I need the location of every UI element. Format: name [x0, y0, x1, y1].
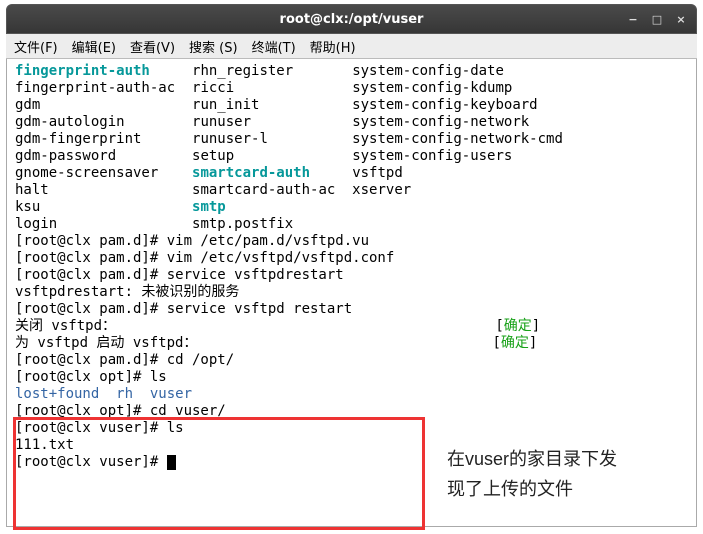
- text-symlink: fingerprint-auth: [15, 63, 150, 79]
- text: ksu: [15, 199, 40, 215]
- prompt: [root@clx vuser]#: [15, 454, 167, 470]
- cmd-line: [root@clx pam.d]# vim /etc/vsftpd/vsftpd…: [15, 250, 394, 266]
- annotation-line1: 在vuser的家目录下发: [447, 444, 677, 474]
- cmd-line: [root@clx pam.d]# cd /opt/: [15, 352, 234, 368]
- cmd-line: vsftpdrestart: 未被识别的服务: [15, 284, 239, 300]
- window-title: root@clx:/opt/vuser: [280, 12, 424, 27]
- bracket: [: [495, 318, 503, 334]
- status-ok: 确定: [504, 318, 532, 334]
- cmd-line: [root@clx pam.d]# vim /etc/pam.d/vsftpd.…: [15, 233, 369, 249]
- text: vsftpd: [352, 165, 403, 181]
- bracket: ]: [529, 335, 537, 351]
- cmd-line: [root@clx vuser]# ls: [15, 420, 184, 436]
- status-line: 关闭 vsftpd：: [15, 318, 116, 334]
- file-name: 111.txt: [15, 437, 74, 453]
- text: system-config-network-cmd: [352, 131, 563, 147]
- text: system-config-kdump: [352, 80, 512, 96]
- annotation-line2: 现了上传的文件: [447, 474, 677, 504]
- status-line: 为 vsftpd 启动 vsftpd：: [15, 335, 197, 351]
- text: halt: [15, 182, 49, 198]
- menu-file[interactable]: 文件(F): [14, 37, 58, 56]
- minimize-button[interactable]: −: [624, 11, 642, 27]
- text: smartcard-auth-ac: [192, 182, 335, 198]
- cmd-line: [root@clx pam.d]# service vsftpd restart: [15, 301, 352, 317]
- dir-name: rh: [116, 386, 133, 402]
- text: gdm-fingerprint: [15, 131, 141, 147]
- window-titlebar: root@clx:/opt/vuser − □ ×: [6, 4, 697, 34]
- text: system-config-network: [352, 114, 529, 130]
- text-symlink: smtp: [192, 199, 226, 215]
- bracket: [: [492, 335, 500, 351]
- text-symlink: smartcard-auth: [192, 165, 310, 181]
- annotation-text: 在vuser的家目录下发 现了上传的文件: [447, 444, 677, 504]
- cmd-line: [root@clx opt]# ls: [15, 369, 167, 385]
- status-ok: 确定: [501, 335, 529, 351]
- maximize-button[interactable]: □: [648, 11, 666, 27]
- text: ricci: [192, 80, 234, 96]
- text: gdm-autologin: [15, 114, 125, 130]
- menu-terminal[interactable]: 终端(T): [252, 37, 296, 56]
- text: login: [15, 216, 57, 232]
- menu-search[interactable]: 搜索 (S): [189, 37, 238, 56]
- text: run_init: [192, 97, 259, 113]
- dir-name: vuser: [150, 386, 192, 402]
- text: system-config-users: [352, 148, 512, 164]
- window-controls: − □ ×: [624, 11, 690, 27]
- cmd-line: [root@clx opt]# cd vuser/: [15, 403, 226, 419]
- cursor-icon: [167, 455, 176, 470]
- text: setup: [192, 148, 234, 164]
- menu-view[interactable]: 查看(V): [130, 37, 175, 56]
- bracket: ]: [532, 318, 540, 334]
- cmd-line: [root@clx pam.d]# service vsftpdrestart: [15, 267, 344, 283]
- text: system-config-date: [352, 63, 504, 79]
- text: runuser-l: [192, 131, 268, 147]
- text: xserver: [352, 182, 411, 198]
- close-button[interactable]: ×: [672, 11, 690, 27]
- menu-help[interactable]: 帮助(H): [310, 37, 356, 56]
- text: runuser: [192, 114, 251, 130]
- dir-name: lost+found: [15, 386, 99, 402]
- text: rhn_register: [192, 63, 293, 79]
- text: system-config-keyboard: [352, 97, 537, 113]
- text: gdm: [15, 97, 40, 113]
- menu-edit[interactable]: 编辑(E): [72, 37, 116, 56]
- text: smtp.postfix: [192, 216, 293, 232]
- text: gdm-password: [15, 148, 116, 164]
- text: fingerprint-auth-ac: [15, 80, 175, 96]
- text: gnome-screensaver: [15, 165, 158, 181]
- menu-bar: 文件(F) 编辑(E) 查看(V) 搜索 (S) 终端(T) 帮助(H): [6, 34, 697, 59]
